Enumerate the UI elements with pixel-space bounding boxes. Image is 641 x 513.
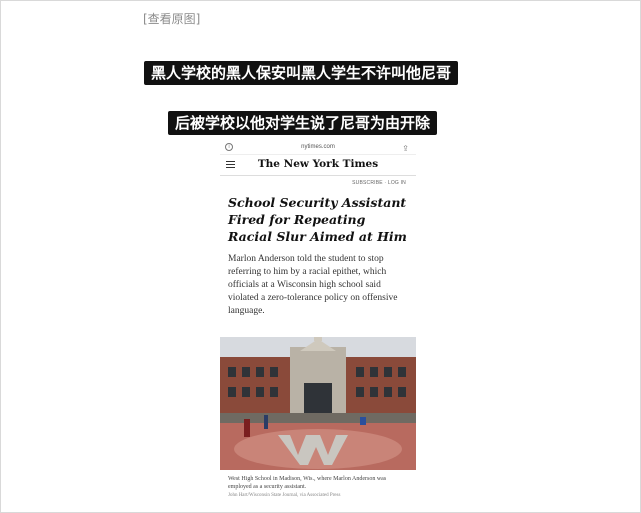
photo-credit: John Hart/Wisconsin State Journal, via A… xyxy=(228,493,341,498)
article-headline: School Security Assistant Fired for Repe… xyxy=(228,195,407,244)
article-summary: Marlon Anderson told the student to stop… xyxy=(228,254,398,316)
browser-url-bar: i nytimes.com ⇪ xyxy=(220,140,416,155)
url-text: nytimes.com xyxy=(301,144,335,150)
masthead: The New York Times xyxy=(220,155,416,176)
share-icon: ⇪ xyxy=(402,144,409,153)
caption-line-2: 后被学校以他对学生说了尼哥为由开除 xyxy=(168,111,438,135)
info-icon: i xyxy=(225,143,233,151)
view-original-link[interactable]: [查看原图] xyxy=(143,10,200,27)
post-frame: [查看原图] 黑人学校的黑人保安叫黑人学生不许叫他尼哥 后被学校以他对学生说了尼… xyxy=(0,0,641,513)
account-links: SUBSCRIBE · LOG IN xyxy=(352,180,406,186)
nyt-logo: The New York Times xyxy=(257,158,379,170)
caption-line-1: 黑人学校的黑人保安叫黑人学生不许叫他尼哥 xyxy=(144,61,459,85)
school-photo xyxy=(220,337,416,470)
article-screenshot[interactable]: i nytimes.com ⇪ The New York Times SUBSC… xyxy=(220,140,416,504)
photo-caption: West High School in Madison, Wis., where… xyxy=(228,476,387,490)
